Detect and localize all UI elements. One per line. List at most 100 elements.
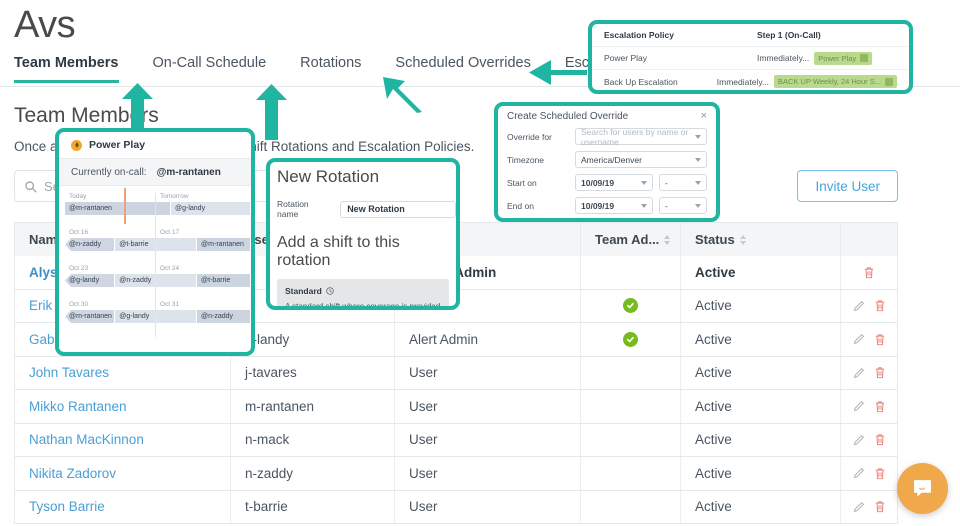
cell-status: Active xyxy=(681,256,841,289)
shift-segment: @g-landy xyxy=(115,310,197,323)
timeline-divider xyxy=(155,193,156,229)
timeline-now-marker xyxy=(124,188,126,224)
edit-pencil-icon[interactable] xyxy=(853,333,865,345)
cell-name: Mikko Rantanen xyxy=(15,390,231,423)
tab-on-call-schedule[interactable]: On-Call Schedule xyxy=(153,55,267,82)
shift-segment: @g-landy xyxy=(171,202,251,215)
escalation-policy-step: Immediately...Power Play xyxy=(757,52,872,65)
field-secondary-control[interactable]: - xyxy=(659,197,707,214)
field-control[interactable]: Search for users by name or username xyxy=(575,128,707,145)
tab-team-members[interactable]: Team Members xyxy=(14,55,119,82)
column-header-team-admin-label: Team Ad... xyxy=(595,223,659,257)
delete-trash-icon[interactable] xyxy=(863,266,875,279)
dialog-field-row: Start on 10/09/19 - xyxy=(498,168,716,191)
section-title: Team Members xyxy=(14,104,159,128)
add-shift-heading: Add a shift to this rotation xyxy=(270,219,456,270)
field-label: Start on xyxy=(507,178,569,188)
cell-role: User xyxy=(395,491,581,524)
clock-icon xyxy=(326,287,334,295)
field-label: Timezone xyxy=(507,155,569,165)
power-play-card-title: Power Play xyxy=(89,139,145,151)
escalation-policy-col1-header: Escalation Policy xyxy=(604,30,757,40)
standard-shift-option[interactable]: Standard A standard shift where coverage… xyxy=(277,279,449,310)
sort-icon xyxy=(740,235,746,245)
cell-team-admin xyxy=(581,290,681,323)
cell-actions xyxy=(841,491,897,524)
delete-trash-icon[interactable] xyxy=(874,500,886,513)
shift-segment: @m-rantanen xyxy=(65,310,115,323)
delete-trash-icon[interactable] xyxy=(874,400,886,413)
sort-icon xyxy=(664,235,670,245)
field-control[interactable]: 10/09/19 xyxy=(575,197,653,214)
column-header-team-admin[interactable]: Team Ad... xyxy=(581,223,681,256)
status-badge[interactable]: Power Play xyxy=(814,52,872,65)
invite-user-button[interactable]: Invite User xyxy=(797,170,898,202)
delete-trash-icon[interactable] xyxy=(874,333,886,346)
user-link[interactable]: Nathan MacKinnon xyxy=(29,432,144,447)
edit-pencil-icon[interactable] xyxy=(853,400,865,412)
close-icon[interactable]: × xyxy=(701,111,707,122)
field-control[interactable]: America/Denver xyxy=(575,151,707,168)
currently-oncall-label: Currently on-call: xyxy=(71,167,147,178)
escalation-policy-panel: Escalation Policy Step 1 (On-Call) Power… xyxy=(588,20,913,94)
cell-role: User xyxy=(395,424,581,457)
cell-username: j-tavares xyxy=(231,357,395,390)
table-row: Nikita Zadorovn-zaddyUserActive xyxy=(14,457,898,491)
tab-rotations[interactable]: Rotations xyxy=(300,55,361,82)
delete-trash-icon[interactable] xyxy=(874,433,886,446)
user-link[interactable]: Nikita Zadorov xyxy=(29,466,116,481)
check-icon xyxy=(623,332,638,347)
cell-status: Active xyxy=(681,290,841,323)
field-secondary-control[interactable]: - xyxy=(659,174,707,191)
timeline-date-left: Oct 23 xyxy=(69,265,160,272)
cell-username: m-rantanen xyxy=(231,390,395,423)
rotation-name-input[interactable]: New Rotation xyxy=(340,201,456,218)
field-label: Override for xyxy=(507,132,569,142)
rotation-name-field: Rotation name New Rotation xyxy=(270,187,456,219)
edit-pencil-icon[interactable] xyxy=(853,367,865,379)
cell-actions xyxy=(841,357,897,390)
delete-trash-icon[interactable] xyxy=(874,299,886,312)
timeline-date-right: Oct 24 xyxy=(160,265,251,272)
timeline-date-left: Oct 16 xyxy=(69,229,160,236)
cell-team-admin xyxy=(581,424,681,457)
timeline-date-right: Oct 31 xyxy=(160,301,251,308)
cell-actions xyxy=(841,290,897,323)
cell-team-admin xyxy=(581,390,681,423)
table-row: Mikko Rantanenm-rantanenUserActive xyxy=(14,390,898,424)
table-row: John Tavaresj-tavaresUserActive xyxy=(14,357,898,391)
check-icon xyxy=(623,298,638,313)
oncall-timeline: TodayTomorrow@m-rantanen@g-landyOct 16Oc… xyxy=(59,186,251,337)
tab-scheduled-overrides[interactable]: Scheduled Overrides xyxy=(395,55,530,82)
chevron-down-icon xyxy=(641,181,647,185)
escalation-policy-rows: Power PlayImmediately...Power PlayBack U… xyxy=(592,47,909,93)
field-control[interactable]: 10/09/19 xyxy=(575,174,653,191)
field-value: America/Denver xyxy=(581,155,642,165)
power-play-oncall-card: Power Play Currently on-call: @m-rantane… xyxy=(55,128,255,356)
cell-username: n-zaddy xyxy=(231,457,395,490)
cell-username: n-mack xyxy=(231,424,395,457)
status-badge[interactable]: BACK UP Weekly, 24 Hour S... xyxy=(774,75,897,88)
cell-status: Active xyxy=(681,491,841,524)
field-value: 10/09/19 xyxy=(581,201,614,211)
edit-pencil-icon[interactable] xyxy=(853,434,865,446)
field-value: 10/09/19 xyxy=(581,178,614,188)
delete-trash-icon[interactable] xyxy=(874,467,886,480)
delete-trash-icon[interactable] xyxy=(874,366,886,379)
cell-actions xyxy=(841,323,897,356)
cell-status: Active xyxy=(681,323,841,356)
edit-pencil-icon[interactable] xyxy=(853,501,865,513)
chevron-down-icon xyxy=(695,204,701,208)
user-link[interactable]: John Tavares xyxy=(29,365,109,380)
user-link[interactable]: Mikko Rantanen xyxy=(29,399,127,414)
column-header-status[interactable]: Status xyxy=(681,223,841,256)
cell-team-admin xyxy=(581,256,681,289)
edit-pencil-icon[interactable] xyxy=(853,300,865,312)
user-link[interactable]: Tyson Barrie xyxy=(29,499,105,514)
badge-label: Power Play xyxy=(818,54,856,63)
edit-pencil-icon[interactable] xyxy=(853,467,865,479)
chat-launcher-button[interactable] xyxy=(897,463,948,514)
schedule-icon xyxy=(885,78,893,86)
dialog-header: Create Scheduled Override × xyxy=(498,106,716,122)
chevron-down-icon xyxy=(641,204,647,208)
